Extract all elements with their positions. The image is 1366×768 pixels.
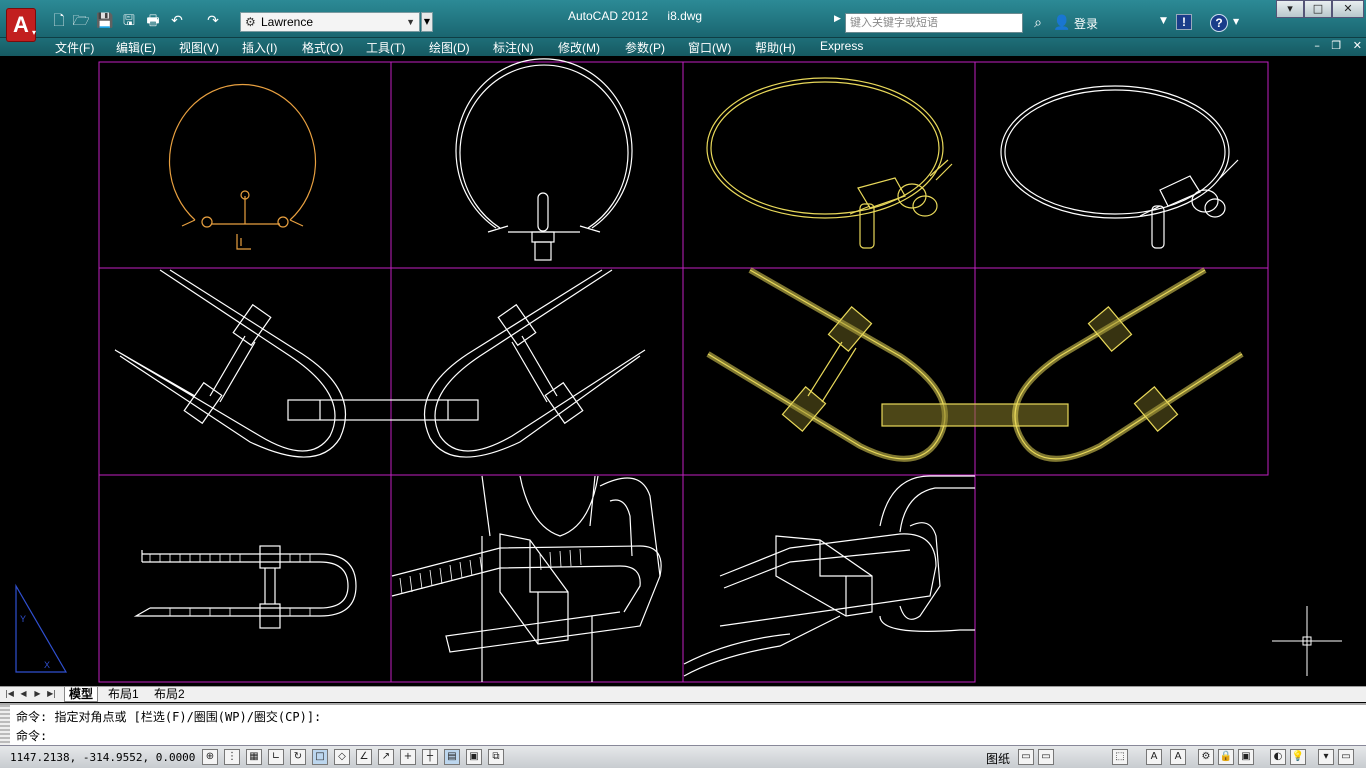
isolate-objects-icon[interactable]: ◐ xyxy=(1270,749,1286,765)
document-controls: – ❐ ✕ xyxy=(1306,39,1362,52)
user-icon[interactable]: 👤 xyxy=(1052,13,1072,33)
first-tab-button[interactable]: |◀ xyxy=(4,688,15,700)
save-icon[interactable]: 💾 xyxy=(96,12,114,30)
annotation-visibility-icon[interactable]: A xyxy=(1170,749,1186,765)
otrack-icon[interactable]: ∠ xyxy=(356,749,372,765)
saveas-icon[interactable]: 🖫 xyxy=(120,12,138,30)
prev-tab-button[interactable]: ◀ xyxy=(18,688,29,700)
drawing-area[interactable]: Y X xyxy=(0,56,1366,686)
command-history: 命令: 指定对角点或 [栏选(F)/圈围(WP)/圈交(CP)]: xyxy=(16,710,322,724)
binoculars-icon[interactable]: ⌕ xyxy=(1028,13,1048,33)
status-menu-icon[interactable]: ▾ xyxy=(1318,749,1334,765)
menu-view[interactable]: 视图(V) xyxy=(179,39,219,56)
autocad-window: A ▾ 🗋 🗁 💾 🖫 🖶 ↶ ↷ ⚙ Lawrence ▼ ▼ AutoCAD… xyxy=(0,0,1366,768)
minimize-button[interactable]: ▾ xyxy=(1276,0,1304,18)
undo-icon[interactable]: ↶ xyxy=(168,12,186,30)
menu-format[interactable]: 格式(O) xyxy=(302,39,343,56)
status-bar: 1147.2138, -314.9552, 0.0000 ⊕ ⋮ ▦ ∟ ↻ □… xyxy=(0,745,1366,768)
grid-icon[interactable]: ▦ xyxy=(246,749,262,765)
transparency-icon[interactable]: ▤ xyxy=(444,749,460,765)
command-window: 命令: 指定对角点或 [栏选(F)/圈围(WP)/圈交(CP)]: 命令: xyxy=(0,703,1366,745)
app-name: AutoCAD 2012 xyxy=(568,9,649,23)
file-name: i8.dwg xyxy=(667,9,703,23)
workspace-switch-icon[interactable]: ⚙ xyxy=(1198,749,1214,765)
coordinate-readout[interactable]: 1147.2138, -314.9552, 0.0000 xyxy=(10,751,195,764)
doc-minimize-button[interactable]: – xyxy=(1314,39,1320,52)
workspace-select[interactable]: ⚙ Lawrence ▼ xyxy=(240,12,420,32)
lock-icon[interactable]: 🔒 xyxy=(1218,749,1234,765)
osnap-icon[interactable]: □ xyxy=(312,749,328,765)
bulb-icon[interactable]: 💡 xyxy=(1290,749,1306,765)
quick-access-customize-button[interactable]: ▼ xyxy=(421,12,433,32)
tab-layout1[interactable]: 布局1 xyxy=(104,687,143,702)
chevron-down-icon[interactable]: ▼ xyxy=(1233,17,1239,26)
svg-text:Y: Y xyxy=(20,614,26,624)
search-expand-icon[interactable]: ▶ xyxy=(834,14,841,24)
dynamic-input-icon[interactable]: + xyxy=(400,749,416,765)
hardware-acceleration-icon[interactable]: ▣ xyxy=(1238,749,1254,765)
menu-draw[interactable]: 绘图(D) xyxy=(429,39,470,56)
last-tab-button[interactable]: ▶| xyxy=(46,688,57,700)
clean-screen-icon[interactable]: ▭ xyxy=(1338,749,1354,765)
next-tab-button[interactable]: ▶ xyxy=(32,688,43,700)
menu-insert[interactable]: 插入(I) xyxy=(242,39,277,56)
menu-modify[interactable]: 修改(M) xyxy=(558,39,600,56)
close-button[interactable]: ✕ xyxy=(1332,0,1364,18)
infer-constraints-icon[interactable]: ⊕ xyxy=(202,749,218,765)
svg-text:X: X xyxy=(44,660,50,670)
doc-close-button[interactable]: ✕ xyxy=(1353,39,1362,52)
quick-view-layouts-icon[interactable]: ▭ xyxy=(1018,749,1034,765)
window-title: AutoCAD 2012 i8.dwg xyxy=(568,9,718,23)
chevron-down-icon[interactable]: ▼ xyxy=(1160,16,1167,26)
ortho-icon[interactable]: ∟ xyxy=(268,749,284,765)
command-prompt[interactable]: 命令: xyxy=(16,727,47,744)
open-icon[interactable]: 🗁 xyxy=(72,12,90,30)
exchange-icon[interactable]: ! xyxy=(1176,14,1192,30)
redo-icon[interactable]: ↷ xyxy=(204,12,222,30)
menu-express[interactable]: Express xyxy=(820,39,863,53)
tab-model[interactable]: 模型 xyxy=(64,687,99,702)
snap-icon[interactable]: ⋮ xyxy=(224,749,240,765)
workspace-value: Lawrence xyxy=(261,15,314,29)
selection-cycling-icon[interactable]: ⧉ xyxy=(488,749,504,765)
doc-restore-button[interactable]: ❐ xyxy=(1331,39,1341,52)
menu-file[interactable]: 文件(F) xyxy=(55,39,94,56)
lineweight-icon[interactable]: ┼ xyxy=(422,749,438,765)
menu-dimension[interactable]: 标注(N) xyxy=(493,39,534,56)
menu-help[interactable]: 帮助(H) xyxy=(755,39,796,56)
model-space-canvas[interactable]: Y X xyxy=(0,56,1366,686)
menu-tools[interactable]: 工具(T) xyxy=(366,39,405,56)
3d-osnap-icon[interactable]: ◇ xyxy=(334,749,350,765)
maximize-button[interactable]: □ xyxy=(1304,0,1332,18)
chevron-down-icon: ▾ xyxy=(32,28,37,37)
search-input[interactable] xyxy=(845,13,1023,33)
login-button[interactable]: 登录 xyxy=(1074,15,1098,32)
gear-icon: ⚙ xyxy=(245,15,256,29)
help-icon[interactable]: ? xyxy=(1210,14,1228,32)
quick-properties-icon[interactable]: ▣ xyxy=(466,749,482,765)
tab-layout2[interactable]: 布局2 xyxy=(150,687,189,702)
ucs-dynamic-icon[interactable]: ↗ xyxy=(378,749,394,765)
menu-edit[interactable]: 编辑(E) xyxy=(116,39,156,56)
title-bar: A ▾ 🗋 🗁 💾 🖫 🖶 ↶ ↷ ⚙ Lawrence ▼ ▼ AutoCAD… xyxy=(0,0,1366,42)
application-menu-button[interactable]: A ▾ xyxy=(2,6,38,50)
annotation-scale-icon[interactable]: A xyxy=(1146,749,1162,765)
menu-bar: 文件(F) 编辑(E) 视图(V) 插入(I) 格式(O) 工具(T) 绘图(D… xyxy=(0,38,1366,56)
plot-icon[interactable]: 🖶 xyxy=(144,12,162,30)
paper-space-button[interactable]: 图纸 xyxy=(986,750,1010,767)
chevron-down-icon: ▼ xyxy=(406,17,415,27)
layout-tabs-bar: |◀ ◀ ▶ ▶| 模型 布局1 布局2 xyxy=(0,686,1366,702)
new-icon[interactable]: 🗋 xyxy=(50,12,68,30)
menu-parametric[interactable]: 参数(P) xyxy=(625,39,665,56)
quick-view-drawings-icon[interactable]: ▭ xyxy=(1038,749,1054,765)
command-window-grip[interactable] xyxy=(0,705,10,745)
maximize-viewport-icon[interactable]: ⬚ xyxy=(1112,749,1128,765)
polar-icon[interactable]: ↻ xyxy=(290,749,306,765)
menu-window[interactable]: 窗口(W) xyxy=(688,39,731,56)
